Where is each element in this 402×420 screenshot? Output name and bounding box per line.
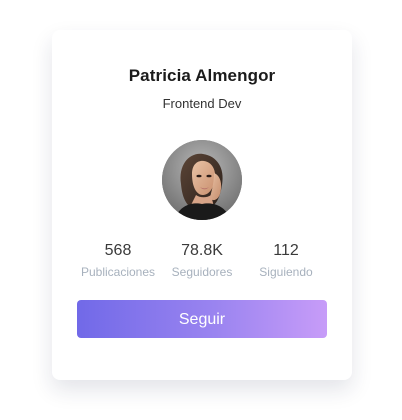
avatar	[162, 140, 242, 220]
stat-followers: 78.8K Seguidores	[154, 242, 250, 279]
stat-label: Siguiendo	[259, 265, 313, 279]
stat-publications: 568 Publicaciones	[70, 242, 166, 279]
stat-value: 568	[104, 242, 132, 259]
stat-value: 78.8K	[181, 242, 223, 259]
profile-card: Patricia Almengor Frontend Dev 568 Publi…	[52, 30, 352, 380]
avatar-photo-icon	[162, 140, 242, 220]
stat-value: 112	[273, 242, 299, 259]
profile-role: Frontend Dev	[162, 96, 242, 111]
stat-label: Publicaciones	[80, 265, 156, 279]
stat-following: 112 Siguiendo	[238, 242, 334, 279]
stat-label: Seguidores	[171, 265, 233, 279]
profile-name: Patricia Almengor	[128, 66, 276, 85]
profile-stats: 568 Publicaciones 78.8K Seguidores 112 S…	[70, 242, 334, 282]
follow-button[interactable]: Seguir	[77, 300, 327, 338]
